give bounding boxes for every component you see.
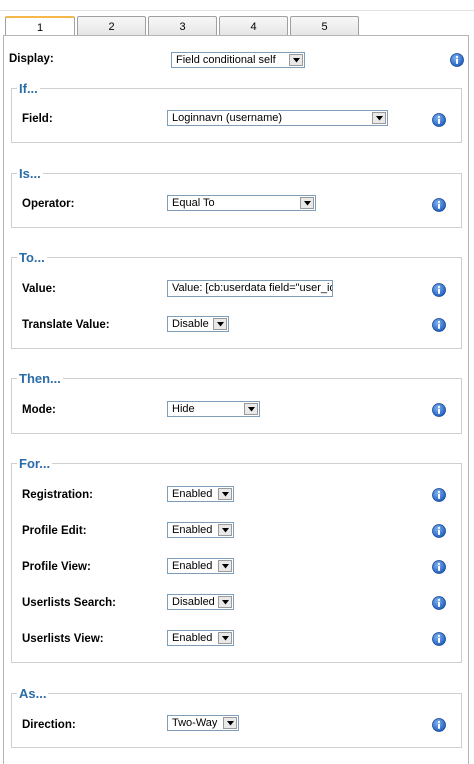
info-icon[interactable] — [432, 718, 446, 732]
profile-edit-label: Profile Edit: — [22, 525, 87, 537]
operator-select-value: Equal To — [172, 197, 215, 209]
value-label: Value: — [22, 283, 56, 295]
then-legend: Then... — [19, 371, 61, 386]
info-icon[interactable] — [432, 596, 446, 610]
if-legend: If... — [19, 81, 38, 96]
direction-label: Direction: — [22, 719, 76, 731]
registration-label: Registration: — [22, 489, 93, 501]
chevron-down-icon[interactable] — [218, 488, 232, 500]
tab-2[interactable]: 2 — [77, 16, 146, 35]
tab-3[interactable]: 3 — [148, 16, 217, 35]
chevron-down-icon[interactable] — [218, 560, 232, 572]
chevron-down-icon[interactable] — [218, 524, 232, 536]
top-divider — [0, 10, 474, 11]
userlists-search-label: Userlists Search: — [22, 597, 116, 609]
mode-select[interactable]: Hide — [167, 401, 260, 417]
mode-label: Mode: — [22, 404, 56, 416]
profile-view-select[interactable]: Enabled — [167, 558, 234, 574]
chevron-down-icon[interactable] — [218, 596, 232, 608]
for-legend: For... — [19, 456, 51, 471]
info-icon[interactable] — [432, 283, 446, 297]
registration-select-value: Enabled — [172, 488, 213, 500]
translate-value-label: Translate Value: — [22, 319, 110, 331]
tab-1[interactable]: 1 — [5, 16, 75, 36]
info-icon[interactable] — [432, 560, 446, 574]
chevron-down-icon[interactable] — [244, 403, 258, 415]
display-select[interactable]: Field conditional self — [171, 52, 305, 68]
userlists-view-label: Userlists View: — [22, 633, 104, 645]
info-icon[interactable] — [432, 198, 446, 212]
info-icon[interactable] — [432, 488, 446, 502]
info-icon[interactable] — [432, 632, 446, 646]
registration-select[interactable]: Enabled — [167, 486, 234, 502]
userlists-view-select[interactable]: Enabled — [167, 630, 234, 646]
is-legend: Is... — [19, 166, 41, 181]
chevron-down-icon[interactable] — [289, 54, 303, 66]
operator-select[interactable]: Equal To — [167, 195, 316, 211]
direction-select[interactable]: Two-Way — [167, 715, 239, 731]
info-icon[interactable] — [432, 113, 446, 127]
translate-value-select[interactable]: Disable — [167, 316, 229, 332]
tab-4-label: 4 — [250, 21, 257, 33]
profile-edit-select[interactable]: Enabled — [167, 522, 234, 538]
value-input[interactable]: Value: [cb:userdata field="user_id" — [167, 280, 333, 297]
translate-value-select-value: Disable — [172, 318, 209, 330]
direction-select-value: Two-Way — [172, 717, 218, 729]
profile-view-label: Profile View: — [22, 561, 91, 573]
profile-edit-select-value: Enabled — [172, 524, 213, 536]
info-icon[interactable] — [432, 403, 446, 417]
operator-label: Operator: — [22, 198, 75, 210]
chevron-down-icon[interactable] — [372, 112, 386, 124]
field-label: Field: — [22, 113, 53, 125]
userlists-search-select-value: Disabled — [172, 596, 215, 608]
display-select-value: Field conditional self — [176, 54, 276, 66]
tab-3-label: 3 — [179, 21, 186, 33]
userlists-search-select[interactable]: Disabled — [167, 594, 234, 610]
tab-2-label: 2 — [108, 21, 115, 33]
chevron-down-icon[interactable] — [218, 632, 232, 644]
chevron-down-icon[interactable] — [223, 717, 237, 729]
chevron-down-icon[interactable] — [213, 318, 227, 330]
to-legend: To... — [19, 250, 45, 265]
chevron-down-icon[interactable] — [300, 197, 314, 209]
tab-5-label: 5 — [321, 21, 328, 33]
profile-view-select-value: Enabled — [172, 560, 213, 572]
tab-5[interactable]: 5 — [290, 16, 359, 35]
info-icon[interactable] — [450, 53, 464, 67]
info-icon[interactable] — [432, 524, 446, 538]
field-select-value: Loginnavn (username) — [172, 112, 283, 124]
tab-4[interactable]: 4 — [219, 16, 288, 35]
field-select[interactable]: Loginnavn (username) — [167, 110, 388, 126]
info-icon[interactable] — [432, 318, 446, 332]
for-section: For... — [11, 456, 462, 663]
display-label: Display: — [9, 53, 54, 65]
mode-select-value: Hide — [172, 403, 195, 415]
to-section: To... — [11, 250, 462, 349]
tab-1-label: 1 — [36, 22, 44, 34]
as-legend: As... — [19, 686, 47, 701]
userlists-view-select-value: Enabled — [172, 632, 213, 644]
